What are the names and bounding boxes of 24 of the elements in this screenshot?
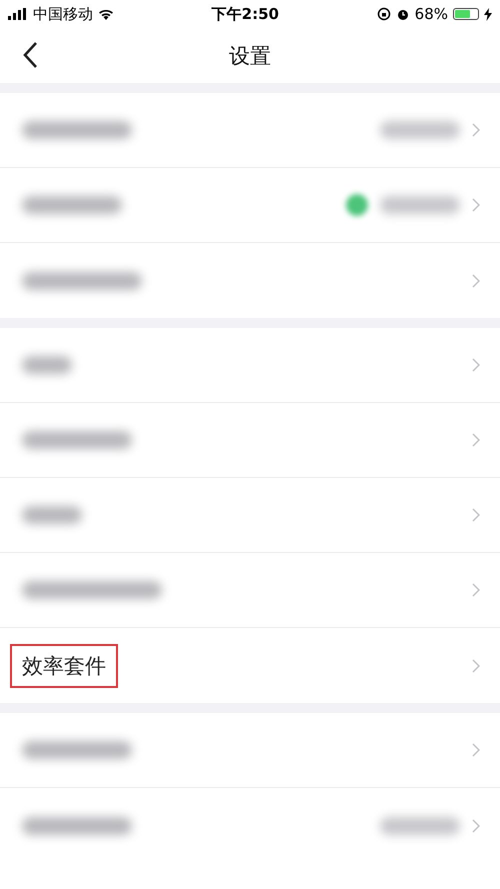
- chevron-icon: [472, 198, 480, 212]
- page-title: 设置: [229, 42, 271, 70]
- battery-percent: 68%: [414, 5, 448, 23]
- blurred-label: [22, 506, 82, 524]
- chevron-icon: [472, 123, 480, 137]
- back-icon[interactable]: [22, 41, 38, 69]
- chevron-icon: [472, 358, 480, 372]
- row-label: 效率套件: [22, 654, 106, 678]
- alarm-icon: [396, 7, 410, 21]
- battery-icon: [453, 8, 479, 20]
- chevron-icon: [472, 274, 480, 288]
- signal-icon: [8, 8, 28, 20]
- chevron-icon: [472, 433, 480, 447]
- settings-row[interactable]: 效率套件: [0, 628, 500, 703]
- chevron-icon: [472, 658, 480, 672]
- chevron-icon: [472, 818, 480, 832]
- rotation-lock-icon: [376, 7, 391, 21]
- wifi-icon: [98, 8, 114, 20]
- chevron-icon: [472, 583, 480, 597]
- blurred-label: [22, 356, 72, 374]
- chevron-icon: [472, 508, 480, 522]
- chevron-icon: [472, 743, 480, 757]
- clock-time: 下午2:50: [212, 4, 279, 24]
- carrier-name: 中国移动: [33, 4, 93, 24]
